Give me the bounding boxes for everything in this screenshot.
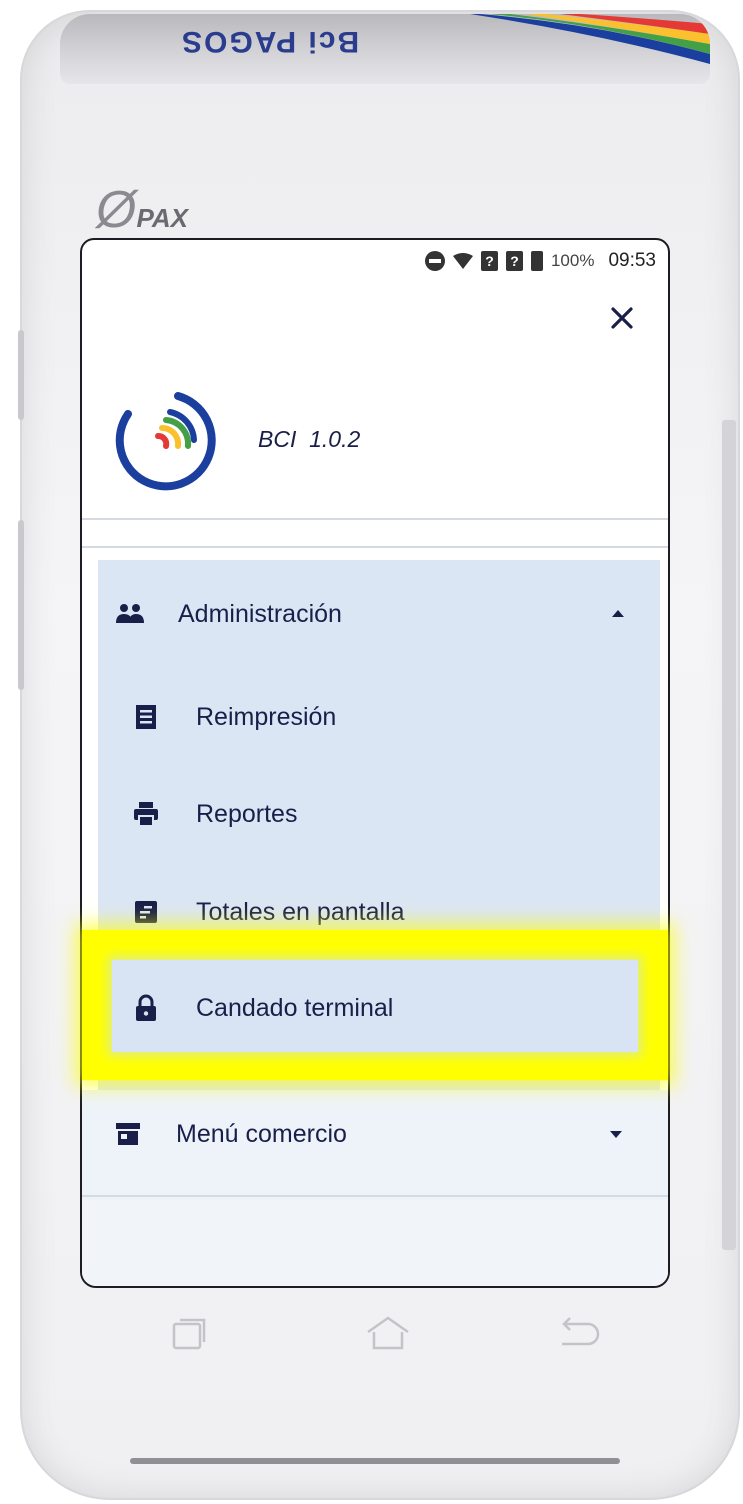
lock-icon [130, 992, 162, 1024]
menu-bottom-background [82, 1200, 668, 1286]
menu-item-candado-terminal[interactable]: Candado terminal [130, 986, 610, 1030]
people-icon [114, 598, 146, 630]
menu-item-totales-en-pantalla[interactable]: Totales en pantalla [130, 890, 610, 934]
pax-logo: ØPAX [96, 181, 188, 239]
chevron-up-icon [612, 610, 624, 617]
menu-group-comercio-label: Menú comercio [176, 1119, 347, 1148]
status-bar: ? ? 100% 09:53 [82, 240, 668, 282]
no-sim-icon: ? [480, 251, 498, 271]
home-icon[interactable] [364, 1314, 412, 1359]
close-icon [611, 307, 633, 329]
wifi-icon [452, 253, 473, 269]
menu-item-candado-label: Candado terminal [196, 993, 394, 1022]
recent-apps-icon[interactable] [170, 1314, 210, 1359]
menu-item-reimpresion-label: Reimpresión [196, 702, 337, 731]
receipt-icon [130, 701, 162, 733]
back-icon[interactable] [554, 1314, 602, 1359]
do-not-disturb-icon [424, 251, 445, 271]
chevron-down-icon [610, 1131, 622, 1138]
pax-logo-text: PAX [136, 203, 188, 233]
battery-percent: 100% [550, 251, 595, 270]
menu-group-administracion[interactable]: Administración [114, 592, 624, 636]
brand-stripes-graphic [470, 14, 710, 64]
printer-icon [130, 798, 162, 830]
battery-icon [530, 251, 543, 271]
store-icon [112, 1118, 144, 1150]
menu-bottom-divider [82, 1195, 668, 1197]
menu-item-reimpresion[interactable]: Reimpresión [130, 695, 610, 739]
device-brand-text: Bci PAGOS [180, 25, 360, 58]
side-button-upper [18, 330, 24, 420]
menu-group-comercio[interactable]: Menú comercio [112, 1112, 622, 1156]
header-divider [82, 518, 668, 520]
app-header: BCI 1.0.2 [82, 380, 668, 520]
device-top-label: Bci PAGOS [60, 14, 710, 84]
app-version-label: BCI 1.0.2 [258, 426, 361, 452]
menu-item-reportes-label: Reportes [196, 799, 298, 828]
android-nav-bar [80, 1300, 670, 1370]
menu-group-administracion-label: Administración [178, 599, 342, 628]
summary-icon [130, 896, 162, 928]
clock-time: 09:53 [608, 250, 656, 271]
device-bottom-edge [130, 1458, 620, 1464]
close-button[interactable] [604, 300, 640, 336]
menu-top-divider [82, 546, 668, 548]
side-button-lower [18, 520, 24, 690]
side-button-right [722, 420, 736, 1250]
bci-app-logo [115, 392, 216, 491]
no-sim-icon-2: ? [505, 251, 523, 271]
menu-item-reportes[interactable]: Reportes [130, 792, 610, 836]
menu-item-totales-label: Totales en pantalla [196, 897, 405, 926]
